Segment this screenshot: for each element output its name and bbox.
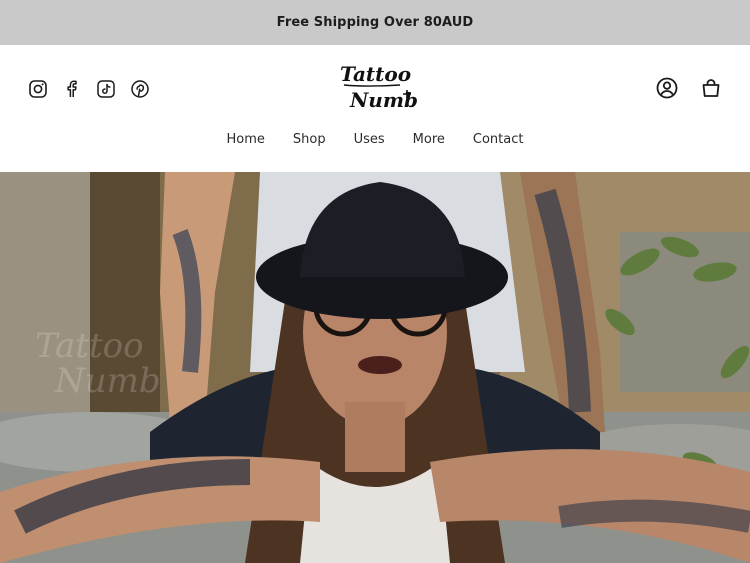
social-links (28, 79, 150, 99)
header-actions (656, 76, 722, 100)
announcement-text: Free Shipping Over 80AUD (276, 15, 474, 30)
svg-text:Tattoo: Tattoo (35, 326, 144, 366)
instagram-icon (29, 80, 47, 98)
nav-contact[interactable]: Contact (473, 131, 524, 151)
facebook-link[interactable] (62, 79, 82, 99)
pinterest-icon (131, 80, 149, 98)
nav-more[interactable]: More (413, 131, 445, 151)
hero-banner: Tattoo Numb (0, 172, 750, 563)
user-icon (656, 77, 678, 99)
site-logo[interactable]: Tattoo Numb (334, 57, 418, 115)
logo-line-1: Tattoo (340, 62, 411, 86)
logo-mark: Tattoo Numb (340, 62, 418, 112)
main-navigation: Home Shop Uses More Contact (0, 131, 750, 151)
hero-image: Tattoo Numb (0, 172, 750, 563)
nav-shop[interactable]: Shop (293, 131, 326, 151)
tiktok-link[interactable] (96, 79, 116, 99)
svg-text:Numb: Numb (54, 361, 161, 401)
bag-icon (702, 79, 720, 97)
account-button[interactable] (656, 77, 678, 99)
announcement-bar: Free Shipping Over 80AUD (0, 0, 750, 45)
cart-button[interactable] (700, 77, 722, 99)
pinterest-link[interactable] (130, 79, 150, 99)
nav-uses[interactable]: Uses (354, 131, 385, 151)
facebook-icon (67, 80, 77, 97)
instagram-link[interactable] (28, 79, 48, 99)
tiktok-icon (97, 80, 115, 98)
nav-home[interactable]: Home (227, 131, 265, 151)
site-header: Tattoo Numb Home Shop Uses More Contact (0, 45, 750, 172)
